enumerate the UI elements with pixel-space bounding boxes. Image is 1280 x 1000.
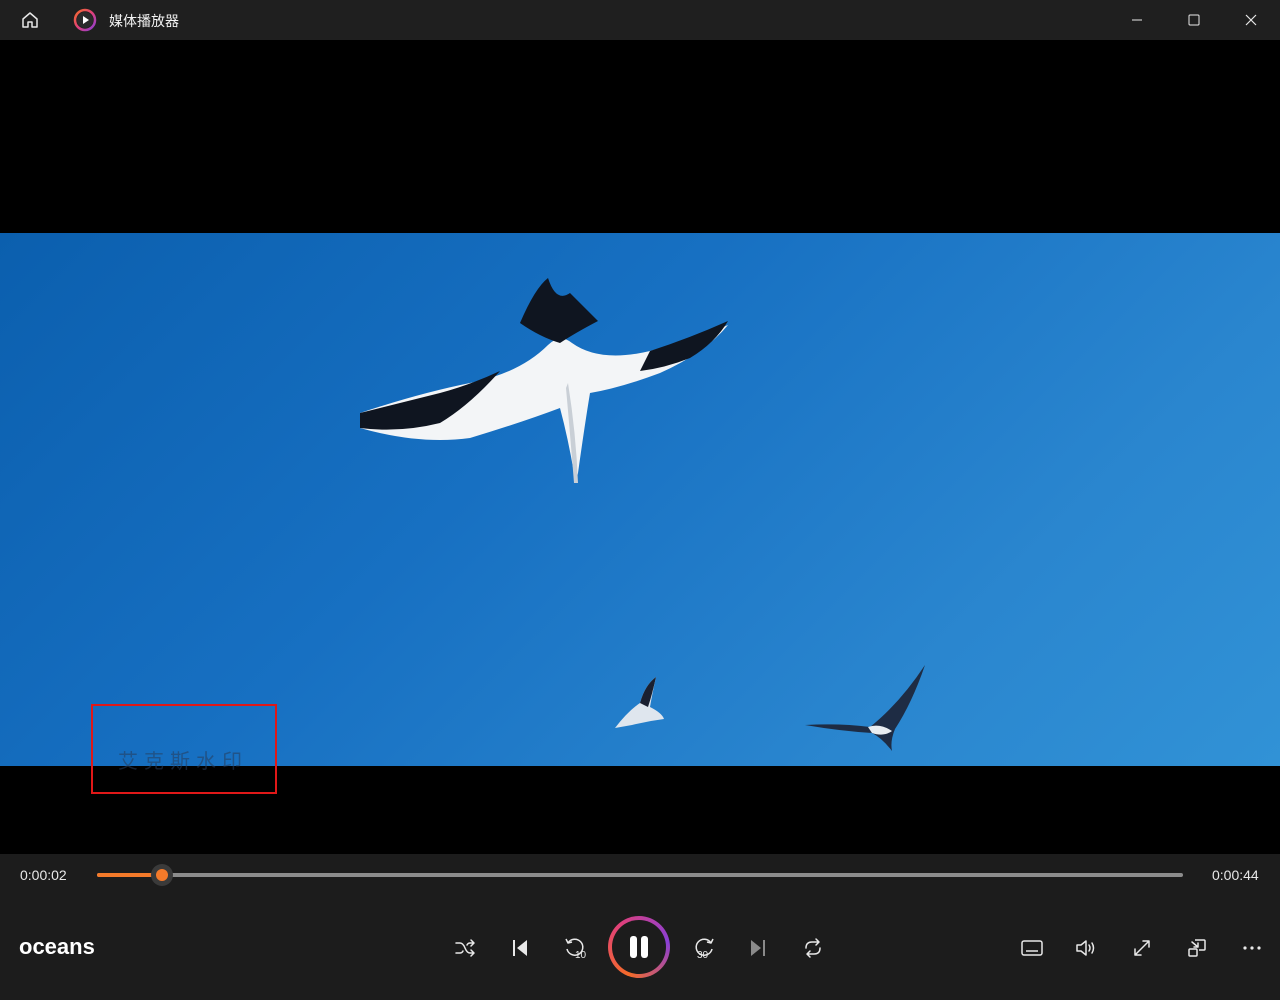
close-icon <box>1245 14 1257 26</box>
forward-30-label: 30 <box>697 950 709 961</box>
gannet-small-1 <box>615 677 664 728</box>
previous-icon <box>513 940 527 956</box>
previous-button[interactable] <box>500 928 540 968</box>
title-bar: 媒体播放器 <box>0 0 1280 40</box>
more-options-button[interactable] <box>1232 928 1272 968</box>
media-title: oceans <box>19 934 95 959</box>
repeat-icon <box>805 938 821 958</box>
gannet-large <box>360 278 728 483</box>
shuffle-button[interactable] <box>445 928 485 968</box>
seek-bar[interactable] <box>97 864 1183 886</box>
subtitles-icon <box>1021 940 1043 956</box>
media-player-app-icon <box>73 8 97 32</box>
watermark-highlight-box <box>91 704 277 794</box>
forward-30-icon: 30 <box>695 938 714 961</box>
maximize-button[interactable] <box>1171 0 1217 40</box>
pause-icon <box>630 936 648 958</box>
subtitles-button[interactable] <box>1012 928 1052 968</box>
rewind-10-icon: 10 <box>565 938 587 961</box>
volume-button[interactable] <box>1066 928 1106 968</box>
current-time: 0:00:02 <box>20 867 67 883</box>
video-frame <box>0 233 1280 766</box>
volume-icon <box>1076 940 1095 956</box>
duration: 0:00:44 <box>1212 867 1259 883</box>
rewind-10-button[interactable]: 10 <box>555 928 595 968</box>
fullscreen-icon <box>1134 940 1150 956</box>
minimize-icon <box>1132 19 1142 21</box>
video-surface[interactable]: 艾克斯水印 <box>0 40 1280 854</box>
next-icon <box>751 940 765 956</box>
play-pause-button[interactable] <box>608 916 670 978</box>
home-icon <box>22 12 38 28</box>
forward-30-button[interactable]: 30 <box>684 928 724 968</box>
mini-player-icon <box>1188 939 1206 957</box>
shuffle-icon <box>455 939 475 957</box>
close-button[interactable] <box>1228 0 1274 40</box>
seek-bar-thumb[interactable] <box>151 864 174 886</box>
fullscreen-button[interactable] <box>1122 928 1162 968</box>
control-panel: 0:00:02 0:00:44 oceans 10 30 <box>0 854 1280 1000</box>
video-image <box>360 278 925 751</box>
maximize-icon <box>1188 14 1200 26</box>
rewind-10-label: 10 <box>575 950 587 961</box>
repeat-button[interactable] <box>793 928 833 968</box>
minimize-button[interactable] <box>1114 0 1160 40</box>
window-title: 媒体播放器 <box>109 14 179 30</box>
next-button[interactable] <box>738 928 778 968</box>
home-button[interactable] <box>14 6 46 34</box>
mini-player-button[interactable] <box>1177 928 1217 968</box>
more-icon <box>1243 946 1261 950</box>
gannet-small-2 <box>805 665 925 751</box>
